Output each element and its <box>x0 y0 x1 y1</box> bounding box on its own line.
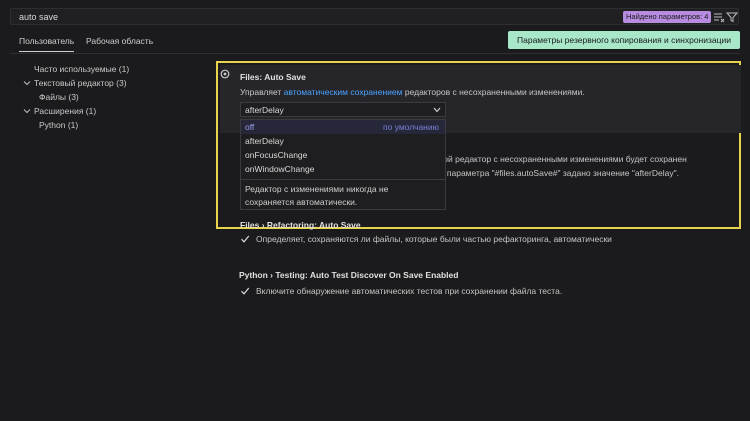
clear-filter-icon[interactable] <box>713 11 725 23</box>
results-count-badge: Найдено параметров: 4 <box>623 11 712 23</box>
dropdown-divider <box>241 179 445 180</box>
python-autodiscover-checkbox[interactable] <box>240 286 250 296</box>
checkbox-label: Определяет, сохраняются ли файлы, которы… <box>256 234 612 244</box>
checkbox-label: Включите обнаружение автоматических тест… <box>256 286 563 296</box>
setting-title: Python › Testing: Auto Test Discover On … <box>239 270 459 280</box>
option-description: Редактор с изменениями никогда не сохран… <box>245 184 389 207</box>
toc-item-files[interactable]: Файлы (3) <box>39 92 79 102</box>
option-off[interactable]: off <box>245 122 254 132</box>
backup-sync-button[interactable]: Параметры резервного копирования и синхр… <box>508 31 740 49</box>
setting-title: Files › Refactoring: Auto Save <box>240 220 361 230</box>
option-on-window-change[interactable]: onWindowChange <box>245 164 314 174</box>
settings-search-bar[interactable]: auto save Найдено параметров: 4 <box>10 8 739 25</box>
chevron-down-icon[interactable] <box>23 107 31 115</box>
toc-item-python[interactable]: Python (1) <box>39 120 78 130</box>
auto-save-select[interactable]: afterDelay <box>240 102 446 117</box>
chevron-down-icon[interactable] <box>23 79 31 87</box>
filter-icon[interactable] <box>726 11 738 23</box>
setting-title: Files: Auto Save <box>240 72 306 82</box>
toc-item-extensions[interactable]: Расширения (1) <box>34 106 96 116</box>
default-label: по умолчанию <box>383 122 439 132</box>
auto-save-setting-highlight: Files: Auto Save Управляет автоматически… <box>216 61 741 230</box>
option-on-focus-change[interactable]: onFocusChange <box>245 150 307 160</box>
search-input[interactable]: auto save <box>19 12 58 22</box>
select-value: afterDelay <box>245 105 284 115</box>
toc-item-text-editor[interactable]: Текстовый редактор (3) <box>34 78 127 88</box>
auto-save-dropdown: off по умолчанию afterDelay onFocusChang… <box>240 119 446 210</box>
auto-save-link[interactable]: автоматическим сохранением <box>284 87 403 97</box>
tabs-divider <box>10 53 740 54</box>
setting-description: Управляет автоматическим сохранением ред… <box>240 87 585 97</box>
tab-user[interactable]: Пользователь <box>19 36 75 52</box>
refactoring-checkbox[interactable] <box>240 234 250 244</box>
toc-item-common[interactable]: Часто используемые (1) <box>34 64 129 74</box>
option-after-delay[interactable]: afterDelay <box>245 136 284 146</box>
tab-workspace[interactable]: Рабочая область <box>86 36 153 46</box>
gear-icon[interactable] <box>220 69 230 79</box>
chevron-down-icon <box>433 107 441 113</box>
